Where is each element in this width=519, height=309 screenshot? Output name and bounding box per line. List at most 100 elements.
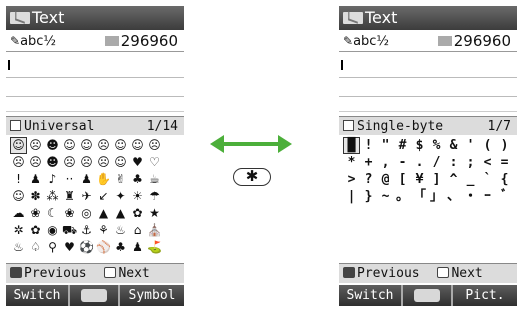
grid-cell[interactable]: " [377,137,394,154]
grid-cell[interactable]: { [496,171,513,188]
grid-cell[interactable]: } [360,188,377,205]
previous-label[interactable]: Previous [24,266,87,281]
grid-cell[interactable]: ♨ [112,222,129,239]
grid-cell[interactable]: ☹ [27,137,44,154]
grid-cell[interactable]: ☺ [10,137,27,154]
grid-cell[interactable]: ⚘ [95,222,112,239]
grid-cell[interactable]: ! [360,137,377,154]
grid-cell[interactable]: █ [343,137,360,154]
grid-cell[interactable]: + [360,154,377,171]
grid-cell[interactable]: ( [479,137,496,154]
grid-cell[interactable]: ·· [61,171,78,188]
grid-cell[interactable]: ☺ [61,137,78,154]
grid-cell[interactable]: ☹ [146,137,163,154]
grid-cell[interactable]: 「 [411,188,428,205]
grid-cell[interactable]: ☁ [10,205,27,222]
grid-cell[interactable]: ✌ [112,171,129,188]
next-label[interactable]: Next [451,266,482,281]
grid-cell[interactable]: & [445,137,462,154]
grid-cell[interactable]: # [394,137,411,154]
grid-cell[interactable]: ☹ [95,137,112,154]
grid-cell[interactable]: ✦ [112,188,129,205]
grid-cell[interactable]: ✋ [95,171,112,188]
grid-cell[interactable]: ` [479,171,496,188]
grid-cell[interactable]: ☺ [112,137,129,154]
grid-cell[interactable]: ♣ [129,171,146,188]
grid-cell[interactable]: > [343,171,360,188]
grid-cell[interactable]: ⚾ [95,239,112,256]
grid-cell[interactable]: _ [462,171,479,188]
grid-cell[interactable]: ? [360,171,377,188]
grid-cell[interactable]: ♤ [27,239,44,256]
grid-cell[interactable]: ★ [146,205,163,222]
grid-cell[interactable]: ⛟ [61,222,78,239]
grid-cell[interactable]: ☹ [78,154,95,171]
grid-cell[interactable]: | [343,188,360,205]
grid-cell[interactable]: ~ [377,188,394,205]
grid-cell[interactable]: ☺ [129,137,146,154]
grid-cell[interactable]: ⁂ [44,188,61,205]
grid-cell[interactable]: ✽ [27,188,44,205]
grid-cell[interactable]: ☹ [95,154,112,171]
grid-cell[interactable]: ⌂ [129,222,146,239]
text-input-area[interactable] [339,52,517,112]
grid-cell[interactable]: ☹ [10,154,27,171]
grid-cell[interactable]: ! [10,171,27,188]
grid-cell[interactable]: ⛪ [146,222,163,239]
grid-cell[interactable]: ☻ [44,137,61,154]
grid-cell[interactable]: 。 [394,188,411,205]
grid-cell[interactable]: ❀ [61,205,78,222]
grid-cell[interactable]: ✿ [27,222,44,239]
softkey-center[interactable] [70,285,120,306]
grid-cell[interactable]: ♨ [10,239,27,256]
grid-cell[interactable]: - [394,154,411,171]
grid-cell[interactable]: ♡ [146,154,163,171]
softkey-switch[interactable]: Switch [339,285,403,306]
grid-cell[interactable]: / [428,154,445,171]
grid-cell[interactable]: * [343,154,360,171]
grid-cell[interactable]: ☺ [10,188,27,205]
grid-cell[interactable]: ☻ [44,154,61,171]
grid-cell[interactable]: = [496,154,513,171]
grid-cell[interactable]: ☹ [61,154,78,171]
grid-cell[interactable]: ¥ [411,171,428,188]
softkey-symbol[interactable]: Symbol [120,285,184,306]
softkey-center[interactable] [403,285,453,306]
grid-cell[interactable]: ' [462,137,479,154]
grid-cell[interactable]: $ [411,137,428,154]
grid-cell[interactable]: . [411,154,428,171]
grid-cell[interactable]: ☺ [112,154,129,171]
softkey-pict[interactable]: Pict. [453,285,517,306]
grid-cell[interactable]: ⚽ [78,239,95,256]
grid-cell[interactable]: ^ [445,171,462,188]
grid-cell[interactable]: ♟ [78,171,95,188]
grid-cell[interactable]: ▲ [95,205,112,222]
grid-cell[interactable]: ☀ [129,188,146,205]
grid-cell[interactable]: 」 [428,188,445,205]
grid-cell[interactable]: ☹ [27,154,44,171]
grid-cell[interactable]: ▲ [112,205,129,222]
grid-cell[interactable]: < [479,154,496,171]
grid-cell[interactable]: ♜ [61,188,78,205]
text-input-area[interactable] [6,52,184,112]
grid-cell[interactable]: , [377,154,394,171]
grid-cell[interactable]: ◉ [44,222,61,239]
grid-cell[interactable]: ♥ [61,239,78,256]
grid-cell[interactable]: @ [377,171,394,188]
grid-cell[interactable]: % [428,137,445,154]
softkey-switch[interactable]: Switch [6,285,70,306]
grid-cell[interactable]: ♟ [27,171,44,188]
grid-cell[interactable]: [ [394,171,411,188]
grid-cell[interactable]: ⚓ [78,222,95,239]
grid-cell[interactable]: ✿ [129,205,146,222]
grid-cell[interactable]: ☕ [146,171,163,188]
previous-label[interactable]: Previous [357,266,420,281]
grid-cell[interactable]: 、 [445,188,462,205]
grid-cell[interactable]: ◎ [78,205,95,222]
grid-cell[interactable]: ♪ [44,171,61,188]
grid-cell[interactable]: ⚲ [44,239,61,256]
grid-cell[interactable]: ✈ [78,188,95,205]
grid-cell[interactable]: ・ [462,188,479,205]
grid-cell[interactable]: ｰ [479,188,496,205]
grid-cell[interactable]: ] [428,171,445,188]
